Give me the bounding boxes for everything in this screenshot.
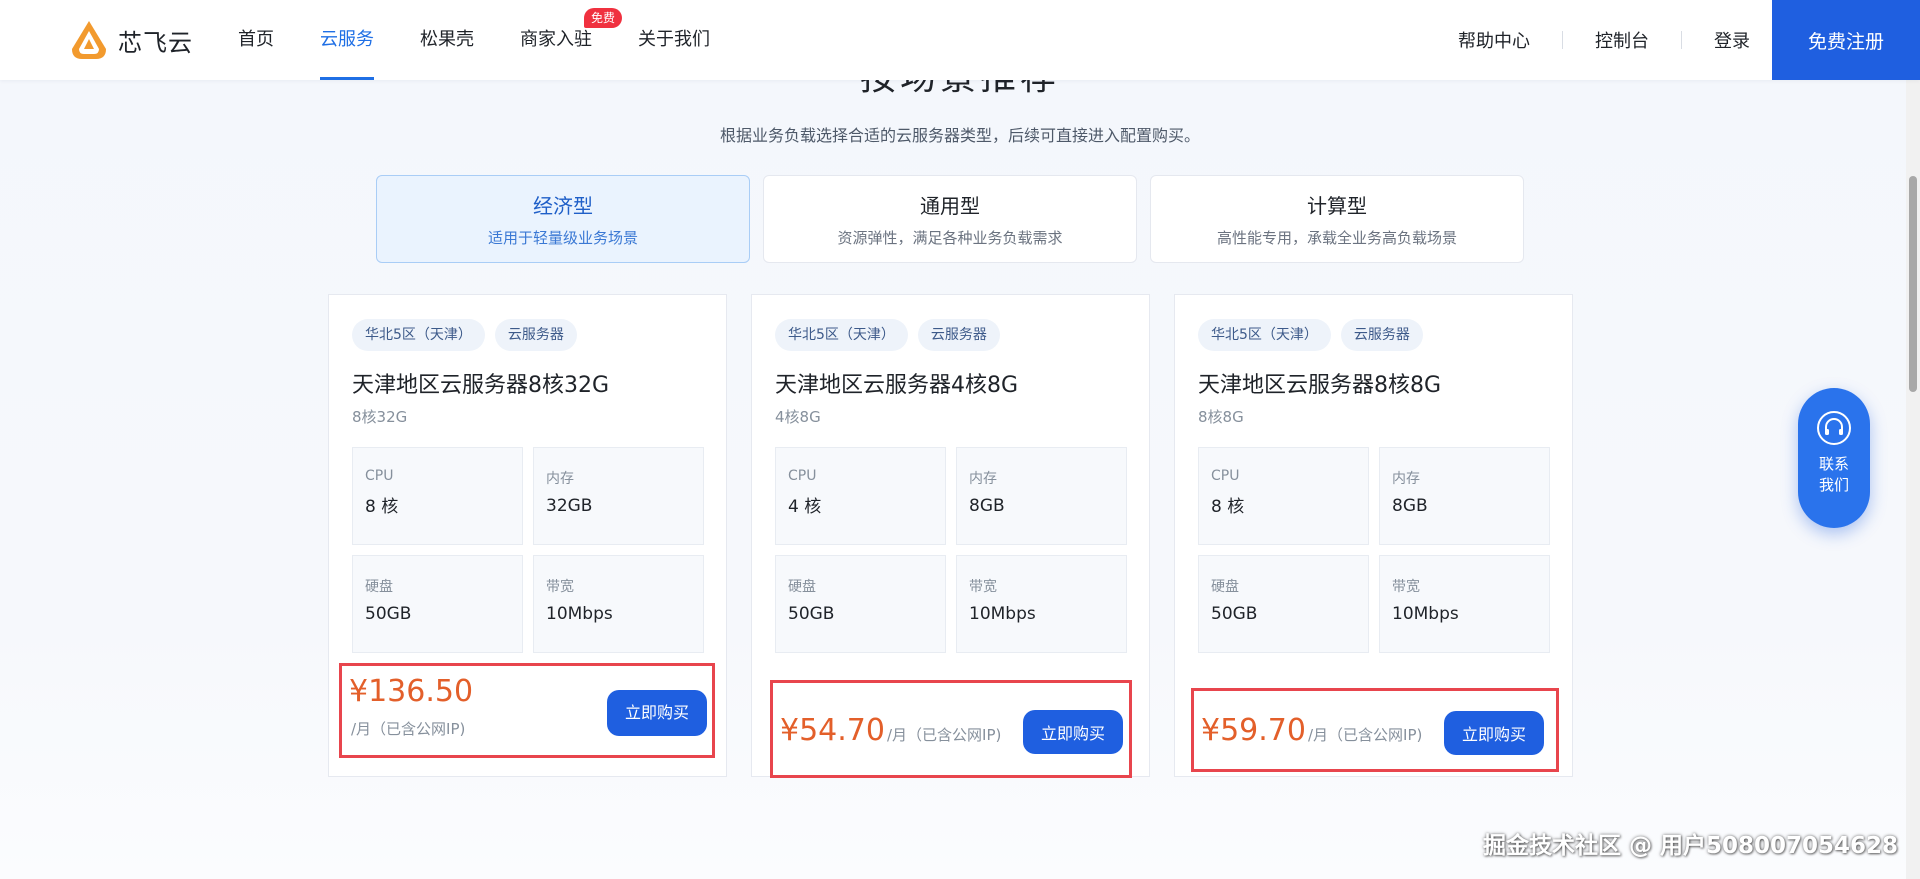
- price-unit: /月（已含公网IP): [886, 726, 1002, 744]
- card-subtitle: 4核8G: [775, 408, 821, 426]
- spec-grid: CPU 4 核 内存 8GB 硬盘 50GB 带宽 10Mbps: [775, 447, 1127, 653]
- card-title: 天津地区云服务器8核8G: [1198, 373, 1442, 398]
- spec-grid: CPU 8 核 内存 32GB 硬盘 50GB 带宽 10Mbps: [352, 447, 704, 653]
- scrollbar-thumb[interactable]: [1909, 176, 1917, 392]
- nav-item-about[interactable]: 关于我们: [638, 0, 710, 80]
- spec-cpu: CPU 8 核: [1198, 447, 1369, 545]
- price-value: ¥54.70: [780, 713, 885, 748]
- spec-memory: 内存 8GB: [956, 447, 1127, 545]
- nav-item-home[interactable]: 首页: [238, 0, 274, 80]
- tab-general[interactable]: 通用型 资源弹性，满足各种业务负载需求: [763, 175, 1137, 263]
- region-tag: 华北5区（天津）: [775, 319, 908, 351]
- card-title: 天津地区云服务器8核32G: [352, 373, 610, 398]
- login-link[interactable]: 登录: [1682, 27, 1782, 53]
- spec-disk: 硬盘 50GB: [352, 555, 523, 653]
- price-row: ¥54.70 /月（已含公网IP): [780, 713, 1001, 748]
- card-subtitle: 8核32G: [352, 408, 408, 426]
- logo-text: 芯飞云: [118, 28, 193, 57]
- nav-item-songguoke[interactable]: 松果壳: [420, 0, 474, 80]
- price-unit: /月（已含公网IP): [351, 720, 466, 738]
- tab-desc: 高性能专用，承载全业务高负载场景: [1216, 229, 1457, 247]
- card-tags: 华北5区（天津） 云服务器: [1198, 319, 1423, 351]
- price-value: ¥136.50: [349, 674, 474, 709]
- price-highlight-box: ¥59.70 /月（已含公网IP) 立即购买: [1191, 688, 1559, 772]
- tab-desc: 资源弹性，满足各种业务负载需求: [837, 229, 1063, 247]
- buy-now-button[interactable]: 立即购买: [607, 690, 707, 736]
- product-cards: 华北5区（天津） 云服务器 天津地区云服务器8核32G 8核32G CPU 8 核…: [328, 294, 1573, 778]
- spec-bandwidth: 带宽 10Mbps: [533, 555, 704, 653]
- card-tags: 华北5区（天津） 云服务器: [352, 319, 577, 351]
- card-title: 天津地区云服务器4核8G: [775, 373, 1019, 398]
- contact-label: 联系我们: [1818, 455, 1849, 494]
- price-highlight-box: ¥136.50 /月（已含公网IP) 立即购买: [339, 663, 715, 758]
- region-tag: 华北5区（天津）: [352, 319, 485, 351]
- nav-item-cloud-service[interactable]: 云服务: [320, 0, 374, 80]
- price-highlight-box: ¥54.70 /月（已含公网IP) 立即购买: [770, 680, 1132, 778]
- help-center-link[interactable]: 帮助中心: [1426, 27, 1562, 53]
- top-header: 芯飞云 首页 云服务 松果壳 商家入驻 免费 关于我们 帮助中心 控制台 登录 …: [0, 0, 1920, 80]
- region-tag: 华北5区（天津）: [1198, 319, 1331, 351]
- spec-grid: CPU 8 核 内存 8GB 硬盘 50GB 带宽 10Mbps: [1198, 447, 1550, 653]
- spec-bandwidth: 带宽 10Mbps: [956, 555, 1127, 653]
- free-badge: 免费: [583, 8, 622, 28]
- nav-item-merchant[interactable]: 商家入驻 免费: [520, 0, 622, 80]
- tab-compute[interactable]: 计算型 高性能专用，承载全业务高负载场景: [1150, 175, 1524, 263]
- tab-economy[interactable]: 经济型 适用于轻量级业务场景: [376, 175, 750, 263]
- spec-memory: 内存 32GB: [533, 447, 704, 545]
- headset-icon: [1817, 411, 1851, 445]
- price-row: ¥59.70 /月（已含公网IP): [1201, 713, 1422, 748]
- tab-name: 经济型: [533, 194, 593, 218]
- card-tags: 华北5区（天津） 云服务器: [775, 319, 1000, 351]
- price-value: ¥59.70: [1201, 713, 1306, 748]
- spec-disk: 硬盘 50GB: [775, 555, 946, 653]
- product-card: 华北5区（天津） 云服务器 天津地区云服务器8核32G 8核32G CPU 8 核…: [328, 294, 727, 777]
- category-tag: 云服务器: [1340, 319, 1423, 351]
- right-nav: 帮助中心 控制台 登录: [1426, 0, 1782, 80]
- section-subtitle: 根据业务负载选择合适的云服务器类型，后续可直接进入配置购买。: [719, 126, 1200, 145]
- server-type-tabs: 经济型 适用于轻量级业务场景 通用型 资源弹性，满足各种业务负载需求 计算型 高…: [376, 175, 1524, 263]
- contact-us-float-button[interactable]: 联系我们: [1798, 388, 1870, 528]
- brand-logo[interactable]: 芯飞云: [70, 18, 193, 62]
- tab-name: 计算型: [1307, 194, 1367, 218]
- price-row: ¥136.50 /月（已含公网IP): [349, 674, 589, 749]
- page-scrollbar[interactable]: [1906, 0, 1920, 879]
- category-tag: 云服务器: [917, 319, 1000, 351]
- register-button[interactable]: 免费注册: [1772, 0, 1920, 80]
- product-card: 华北5区（天津） 云服务器 天津地区云服务器8核8G 8核8G CPU 8 核 内…: [1174, 294, 1573, 777]
- buy-now-button[interactable]: 立即购买: [1444, 711, 1544, 755]
- logo-icon: [72, 21, 106, 59]
- buy-now-button[interactable]: 立即购买: [1023, 710, 1123, 754]
- spec-cpu: CPU 8 核: [352, 447, 523, 545]
- console-link[interactable]: 控制台: [1563, 27, 1681, 53]
- tab-name: 通用型: [920, 194, 980, 218]
- price-unit: /月（已含公网IP): [1307, 726, 1423, 744]
- spec-bandwidth: 带宽 10Mbps: [1379, 555, 1550, 653]
- spec-disk: 硬盘 50GB: [1198, 555, 1369, 653]
- tab-desc: 适用于轻量级业务场景: [487, 229, 638, 247]
- product-card: 华北5区（天津） 云服务器 天津地区云服务器4核8G 4核8G CPU 4 核 内…: [751, 294, 1150, 778]
- spec-memory: 内存 8GB: [1379, 447, 1550, 545]
- card-subtitle: 8核8G: [1198, 408, 1244, 426]
- category-tag: 云服务器: [494, 319, 577, 351]
- watermark: 掘金技术社区 @ 用户508007054628: [1482, 833, 1898, 859]
- main-nav: 首页 云服务 松果壳 商家入驻 免费 关于我们: [238, 0, 756, 80]
- spec-cpu: CPU 4 核: [775, 447, 946, 545]
